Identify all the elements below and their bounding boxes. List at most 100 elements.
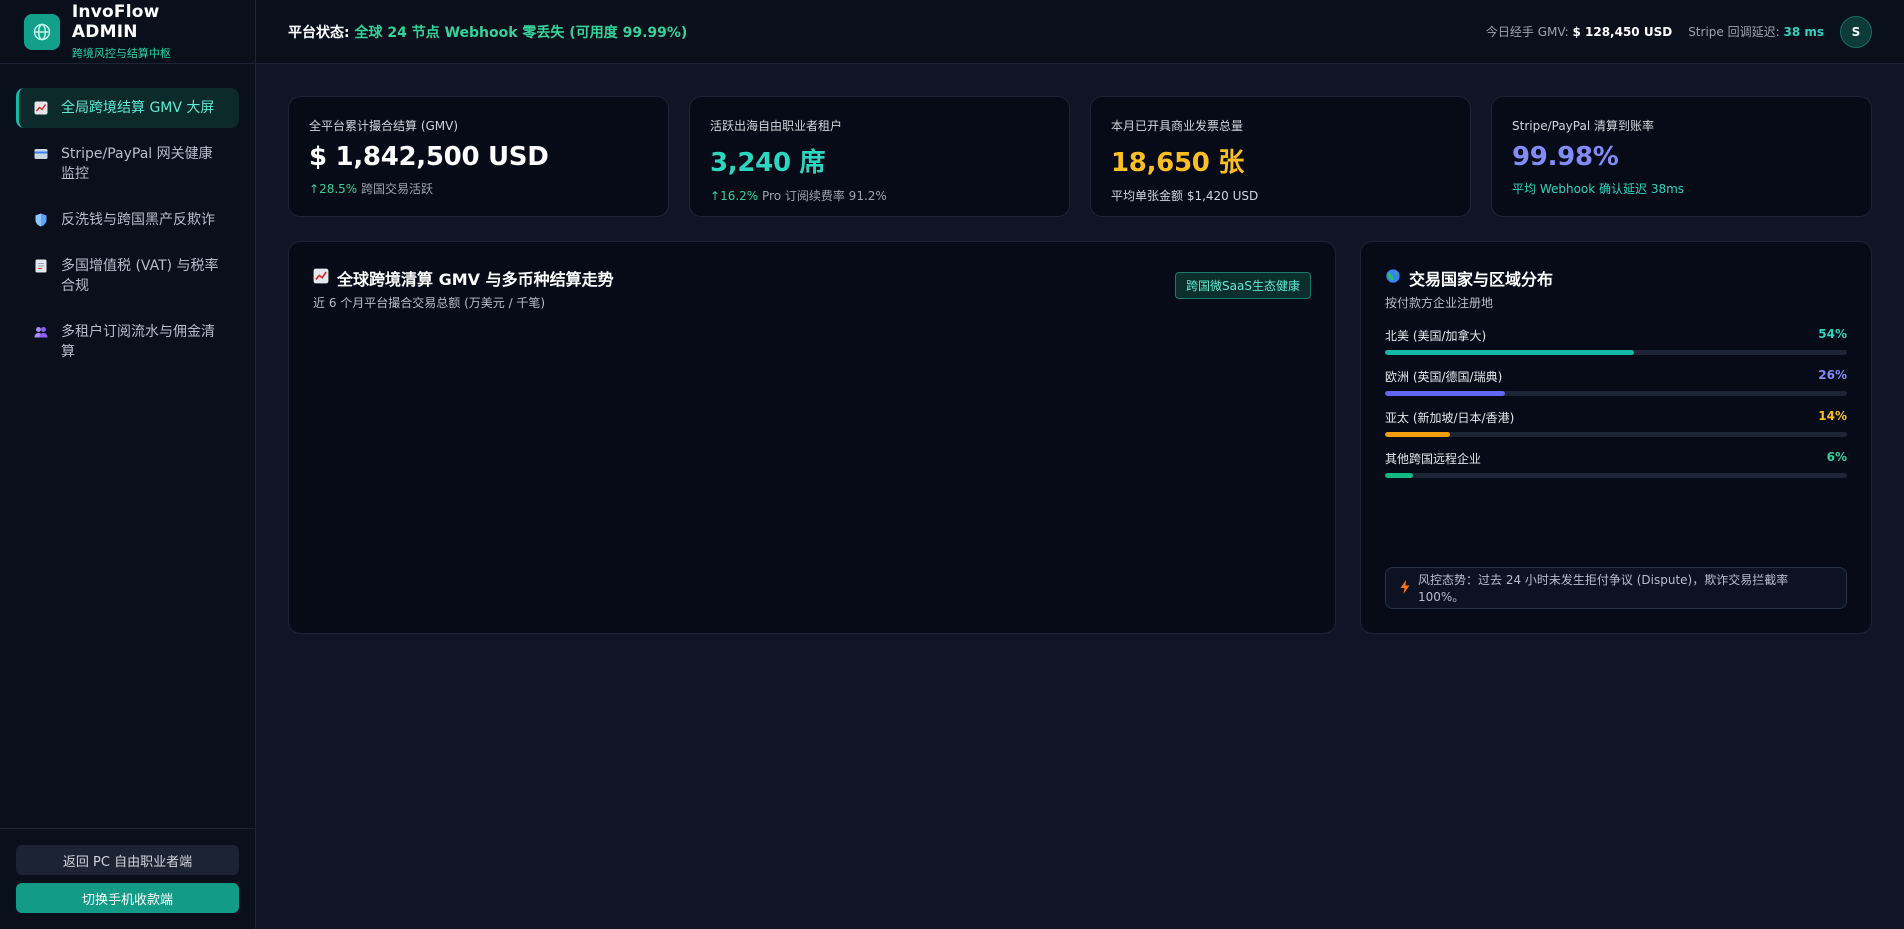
ecosystem-health-badge: 跨国微SaaS生态健康 (1175, 272, 1311, 299)
panel-title: 全球跨境清算 GMV 与多币种结算走势 (313, 266, 1311, 290)
region-bar-fill (1385, 473, 1413, 478)
kpi-label: 本月已开具商业发票总量 (1111, 119, 1244, 133)
panel-title: 交易国家与区域分布 (1385, 266, 1847, 290)
status-label: 平台状态: (288, 24, 350, 41)
region-bar-fill (1385, 391, 1506, 396)
sidebar-item-subscription-settlement[interactable]: 多租户订阅流水与佣金清算 (16, 312, 239, 372)
region-percent: 26% (1818, 368, 1847, 382)
region-bar-track (1385, 350, 1847, 355)
status-value: 全球 24 节点 Webhook 零丢失 (可用度 99.99%) (354, 24, 688, 41)
panel-subtitle: 按付款方企业注册地 (1385, 296, 1494, 310)
panel-subtitle: 近 6 个月平台撮合交易总额 (万美元 / 千笔) (313, 296, 546, 310)
sidebar-item-anti-fraud[interactable]: 反洗钱与跨国黑产反欺诈 (16, 200, 239, 240)
kpi-note: 平均单张金额 $1,420 USD (1111, 189, 1259, 203)
globe-icon (1385, 268, 1401, 288)
today-gmv: 今日经手 GMV: $ 128,450 USD (1486, 23, 1672, 40)
kpi-value: 99.98% (1512, 142, 1619, 172)
kpi-sub: ↑28.5% 跨国交易活跃 (309, 180, 648, 197)
sidebar-item-label: 反洗钱与跨国黑产反欺诈 (61, 212, 215, 228)
trend-up-icon: ↑ (710, 189, 721, 203)
avatar[interactable]: S (1840, 15, 1872, 48)
kpi-card-total-gmv: 全平台累计撮合结算 (GMV) $ 1,842,500 USD ↑28.5% 跨… (288, 96, 669, 217)
kpi-value: 18,650 张 (1111, 148, 1244, 178)
stripe-latency: Stripe 回调延迟: 38 ms (1688, 23, 1824, 40)
region-name: 北美 (美国/加拿大) (1385, 329, 1487, 343)
region-name: 欧洲 (英国/德国/瑞典) (1385, 370, 1503, 384)
kpi-label: 全平台累计撮合结算 (GMV) (309, 119, 459, 133)
panels-row: 全球跨境清算 GMV 与多币种结算走势 近 6 个月平台撮合交易总额 (万美元 … (288, 241, 1872, 634)
gmv-trend-panel: 全球跨境清算 GMV 与多币种结算走势 近 6 个月平台撮合交易总额 (万美元 … (288, 241, 1336, 634)
card-icon (33, 144, 49, 164)
kpi-note: Pro 订阅续费率 91.2% (762, 189, 887, 203)
kpi-card-active-tenants: 活跃出海自由职业者租户 3,240 席 ↑16.2% Pro 订阅续费率 91.… (689, 96, 1070, 217)
panel-title-text: 交易国家与区域分布 (1409, 270, 1554, 289)
region-list: 北美 (美国/加拿大) 54% 欧洲 (英国/德国/瑞典) 26% 亚太 (新加… (1385, 327, 1847, 478)
stripe-latency-value: 38 ms (1783, 25, 1824, 39)
chart-icon (33, 98, 49, 118)
region-percent: 14% (1818, 409, 1847, 423)
back-to-pc-button[interactable]: 返回 PC 自由职业者端 (16, 845, 239, 875)
kpi-value: $ 1,842,500 USD (309, 142, 549, 172)
sidebar-item-gateway-health[interactable]: Stripe/PayPal 网关健康监控 (16, 134, 239, 194)
switch-mobile-button[interactable]: 切换手机收款端 (16, 883, 239, 913)
panel-title-text: 全球跨境清算 GMV 与多币种结算走势 (337, 270, 614, 289)
region-name: 亚太 (新加坡/日本/香港) (1385, 411, 1515, 425)
brand-subtitle: 跨境风控与结算中枢 (71, 47, 171, 60)
today-gmv-value: $ 128,450 USD (1572, 25, 1673, 39)
sidebar-nav: 全局跨境结算 GMV 大屏 Stripe/PayPal 网关健康监控 反洗钱与跨… (0, 64, 255, 828)
kpi-sub: ↑16.2% Pro 订阅续费率 91.2% (710, 187, 1049, 204)
region-bar-track (1385, 391, 1847, 396)
brand-name: InvoFlow ADMIN (71, 2, 160, 42)
kpi-card-invoices: 本月已开具商业发票总量 18,650 张 平均单张金额 $1,420 USD (1090, 96, 1471, 217)
region-bar-track (1385, 473, 1847, 478)
region-row-other: 其他跨国远程企业 6% (1385, 450, 1847, 478)
sidebar-item-label: Stripe/PayPal 网关健康监控 (61, 146, 213, 182)
stripe-latency-label: Stripe 回调延迟: (1688, 25, 1780, 39)
kpi-trend: 28.5% (319, 182, 358, 196)
region-row-north-america: 北美 (美国/加拿大) 54% (1385, 327, 1847, 355)
region-name: 其他跨国远程企业 (1385, 452, 1482, 466)
users-icon (33, 322, 49, 342)
dashboard-content: 全平台累计撮合结算 (GMV) $ 1,842,500 USD ↑28.5% 跨… (256, 64, 1904, 634)
shield-icon (33, 210, 49, 230)
trend-up-icon: ↑ (309, 182, 320, 196)
gmv-chart-canvas[interactable] (313, 323, 1311, 623)
kpi-row: 全平台累计撮合结算 (GMV) $ 1,842,500 USD ↑28.5% 跨… (288, 96, 1872, 217)
brand-text: InvoFlow ADMIN 跨境风控与结算中枢 (72, 2, 231, 61)
sidebar-item-label: 多国增值税 (VAT) 与税率合规 (61, 258, 219, 294)
topbar: 平台状态: 全球 24 节点 Webhook 零丢失 (可用度 99.99%) … (256, 0, 1904, 64)
today-gmv-label: 今日经手 GMV: (1485, 25, 1569, 39)
sidebar-item-vat-compliance[interactable]: 多国增值税 (VAT) 与税率合规 (16, 246, 239, 306)
lightning-icon (1400, 579, 1410, 597)
risk-note-text: 风控态势：过去 24 小时未发生拒付争议 (Dispute)，欺诈交易拦截率 1… (1418, 573, 1789, 604)
brand[interactable]: InvoFlow ADMIN 跨境风控与结算中枢 (0, 0, 255, 64)
topbar-metrics: 今日经手 GMV: $ 128,450 USD Stripe 回调延迟: 38 … (1486, 15, 1872, 48)
sidebar-item-gmv-dashboard[interactable]: 全局跨境结算 GMV 大屏 (16, 88, 239, 128)
sidebar: InvoFlow ADMIN 跨境风控与结算中枢 全局跨境结算 GMV 大屏 S… (0, 0, 256, 929)
sidebar-item-label: 多租户订阅流水与佣金清算 (61, 324, 215, 360)
region-bar-fill (1385, 432, 1450, 437)
risk-status-note: 风控态势：过去 24 小时未发生拒付争议 (Dispute)，欺诈交易拦截率 1… (1385, 567, 1847, 609)
document-icon (33, 256, 49, 276)
sidebar-item-label: 全局跨境结算 GMV 大屏 (61, 100, 215, 116)
kpi-note: 跨国交易活跃 (361, 182, 434, 196)
kpi-card-settlement-rate: Stripe/PayPal 清算到账率 99.98% 平均 Webhook 确认… (1491, 96, 1872, 217)
platform-status: 平台状态: 全球 24 节点 Webhook 零丢失 (可用度 99.99%) (288, 22, 687, 42)
kpi-label: 活跃出海自由职业者租户 (710, 119, 843, 133)
region-bar-track (1385, 432, 1847, 437)
region-distribution-panel: 交易国家与区域分布 按付款方企业注册地 北美 (美国/加拿大) 54% 欧洲 (… (1360, 241, 1872, 634)
kpi-label: Stripe/PayPal 清算到账率 (1512, 119, 1654, 133)
region-percent: 6% (1826, 450, 1847, 464)
globe-icon (24, 13, 60, 50)
chart-icon (313, 268, 329, 288)
region-bar-fill (1385, 350, 1635, 355)
kpi-note: 平均 Webhook 确认延迟 38ms (1512, 182, 1685, 196)
main-area: 平台状态: 全球 24 节点 Webhook 零丢失 (可用度 99.99%) … (256, 0, 1904, 929)
kpi-trend: 16.2% (720, 189, 759, 203)
region-percent: 54% (1818, 327, 1847, 341)
region-row-europe: 欧洲 (英国/德国/瑞典) 26% (1385, 368, 1847, 396)
kpi-value: 3,240 席 (710, 148, 826, 178)
app-root: InvoFlow ADMIN 跨境风控与结算中枢 全局跨境结算 GMV 大屏 S… (0, 0, 1904, 929)
region-row-apac: 亚太 (新加坡/日本/香港) 14% (1385, 409, 1847, 437)
sidebar-footer: 返回 PC 自由职业者端 切换手机收款端 (0, 828, 255, 929)
